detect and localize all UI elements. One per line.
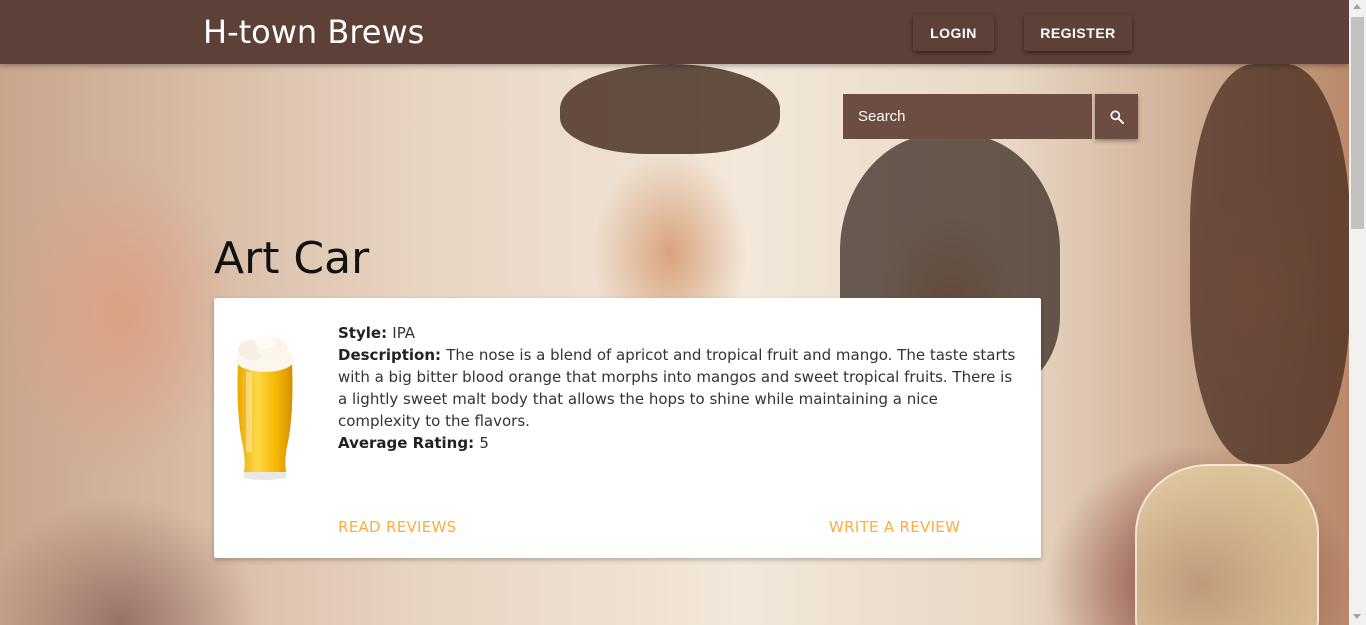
rating-label: Average Rating:	[338, 434, 480, 452]
beer-info: Style: IPA Description: The nose is a bl…	[338, 322, 1018, 454]
read-reviews-link[interactable]: READ REVIEWS	[338, 518, 457, 536]
scroll-thumb[interactable]	[1351, 17, 1364, 229]
rating-value: 5	[479, 434, 489, 452]
beer-card: Style: IPA Description: The nose is a bl…	[214, 298, 1041, 558]
beer-title: Art Car	[214, 233, 370, 284]
description-row: Description: The nose is a blend of apri…	[338, 344, 1018, 432]
beer-glass-icon	[236, 335, 294, 480]
search-icon	[1109, 109, 1124, 124]
scrollbar[interactable]	[1349, 0, 1366, 625]
scroll-down-icon[interactable]	[1353, 614, 1361, 619]
style-row: Style: IPA	[338, 322, 1018, 344]
style-value: IPA	[392, 324, 416, 342]
scroll-up-icon[interactable]	[1353, 4, 1361, 9]
register-button[interactable]: REGISTER	[1024, 15, 1132, 51]
brand-logo[interactable]: H-town Brews	[203, 12, 424, 52]
search-button[interactable]	[1095, 94, 1138, 139]
login-button[interactable]: LOGIN	[913, 15, 994, 51]
rating-row: Average Rating: 5	[338, 432, 1018, 454]
description-label: Description:	[338, 346, 447, 364]
navbar: H-town Brews LOGIN REGISTER	[0, 0, 1349, 64]
style-label: Style:	[338, 324, 393, 342]
search-input[interactable]	[843, 94, 1092, 139]
write-review-link[interactable]: WRITE A REVIEW	[829, 518, 960, 536]
